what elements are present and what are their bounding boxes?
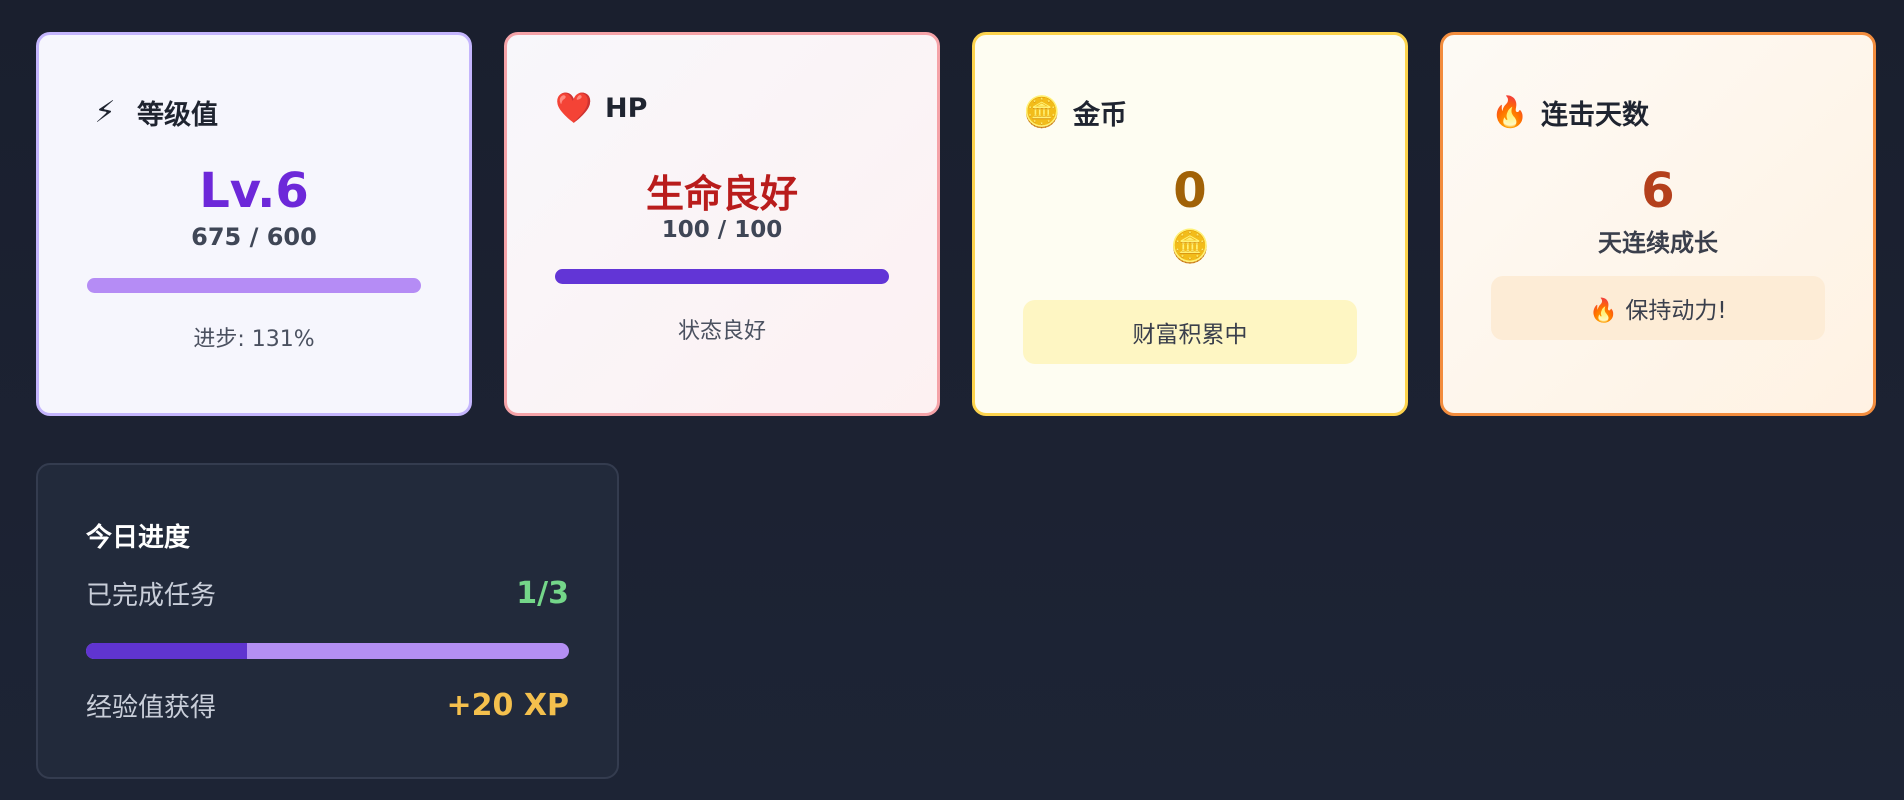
lightning-icon: ⚡ <box>94 94 116 130</box>
coins-card-header: 🪙 金币 <box>1023 93 1127 132</box>
streak-label: 天连续成长 <box>1598 229 1718 257</box>
level-progress-note: 进步: 131% <box>193 327 315 352</box>
hp-status: 生命良好 <box>645 172 798 216</box>
hp-card: ❤️ HP 生命良好 100 / 100 状态良好 <box>504 32 940 416</box>
level-xp-count: 675 / 600 <box>191 223 317 251</box>
streak-card-title: 连击天数 <box>1541 100 1649 131</box>
level-card-header: ⚡ 等级值 <box>87 93 218 132</box>
heart-icon: ❤️ <box>555 90 593 126</box>
xp-value: +20 XP <box>446 688 569 723</box>
hp-note: 状态良好 <box>677 319 766 344</box>
streak-card-header: 🔥 连击天数 <box>1491 93 1649 132</box>
level-progress-bar <box>87 278 421 293</box>
coins-value: 0 <box>1173 163 1207 219</box>
tasks-progress-fill <box>86 643 247 659</box>
today-progress-title: 今日进度 <box>86 523 191 553</box>
coin-icon: 🪙 <box>1170 227 1210 265</box>
tasks-label: 已完成任务 <box>86 581 217 611</box>
stats-cards-row: ⚡ 等级值 Lv.6 675 / 600 进步: 131% ❤️ HP 生命良好… <box>36 32 1876 416</box>
coins-card-title: 金币 <box>1073 100 1127 131</box>
tasks-count: 1/3 <box>516 576 569 611</box>
xp-row: 经验值获得 +20 XP <box>86 687 569 724</box>
hp-card-title: HP <box>605 93 648 124</box>
level-card-title: 等级值 <box>137 100 218 131</box>
coins-card: 🪙 金币 0 🪙 财富积累中 <box>972 32 1408 416</box>
fire-icon: 🔥 <box>1491 94 1529 130</box>
today-progress-panel: 今日进度 已完成任务 1/3 经验值获得 +20 XP <box>36 463 619 779</box>
streak-card: 🔥 连击天数 6 天连续成长 🔥 保持动力! <box>1440 32 1876 416</box>
level-value: Lv.6 <box>199 163 309 219</box>
streak-status-pill: 🔥 保持动力! <box>1491 276 1825 340</box>
hp-count: 100 / 100 <box>661 217 783 243</box>
coins-status-pill: 财富积累中 <box>1023 300 1357 364</box>
coin-icon: 🪙 <box>1023 94 1061 130</box>
tasks-progress-bar <box>86 643 569 659</box>
hp-progress-bar <box>555 269 889 284</box>
hp-card-header: ❤️ HP <box>555 93 647 124</box>
xp-label: 经验值获得 <box>86 693 217 723</box>
tasks-row: 已完成任务 1/3 <box>86 575 569 612</box>
level-card: ⚡ 等级值 Lv.6 675 / 600 进步: 131% <box>36 32 472 416</box>
streak-value: 6 <box>1641 163 1675 219</box>
